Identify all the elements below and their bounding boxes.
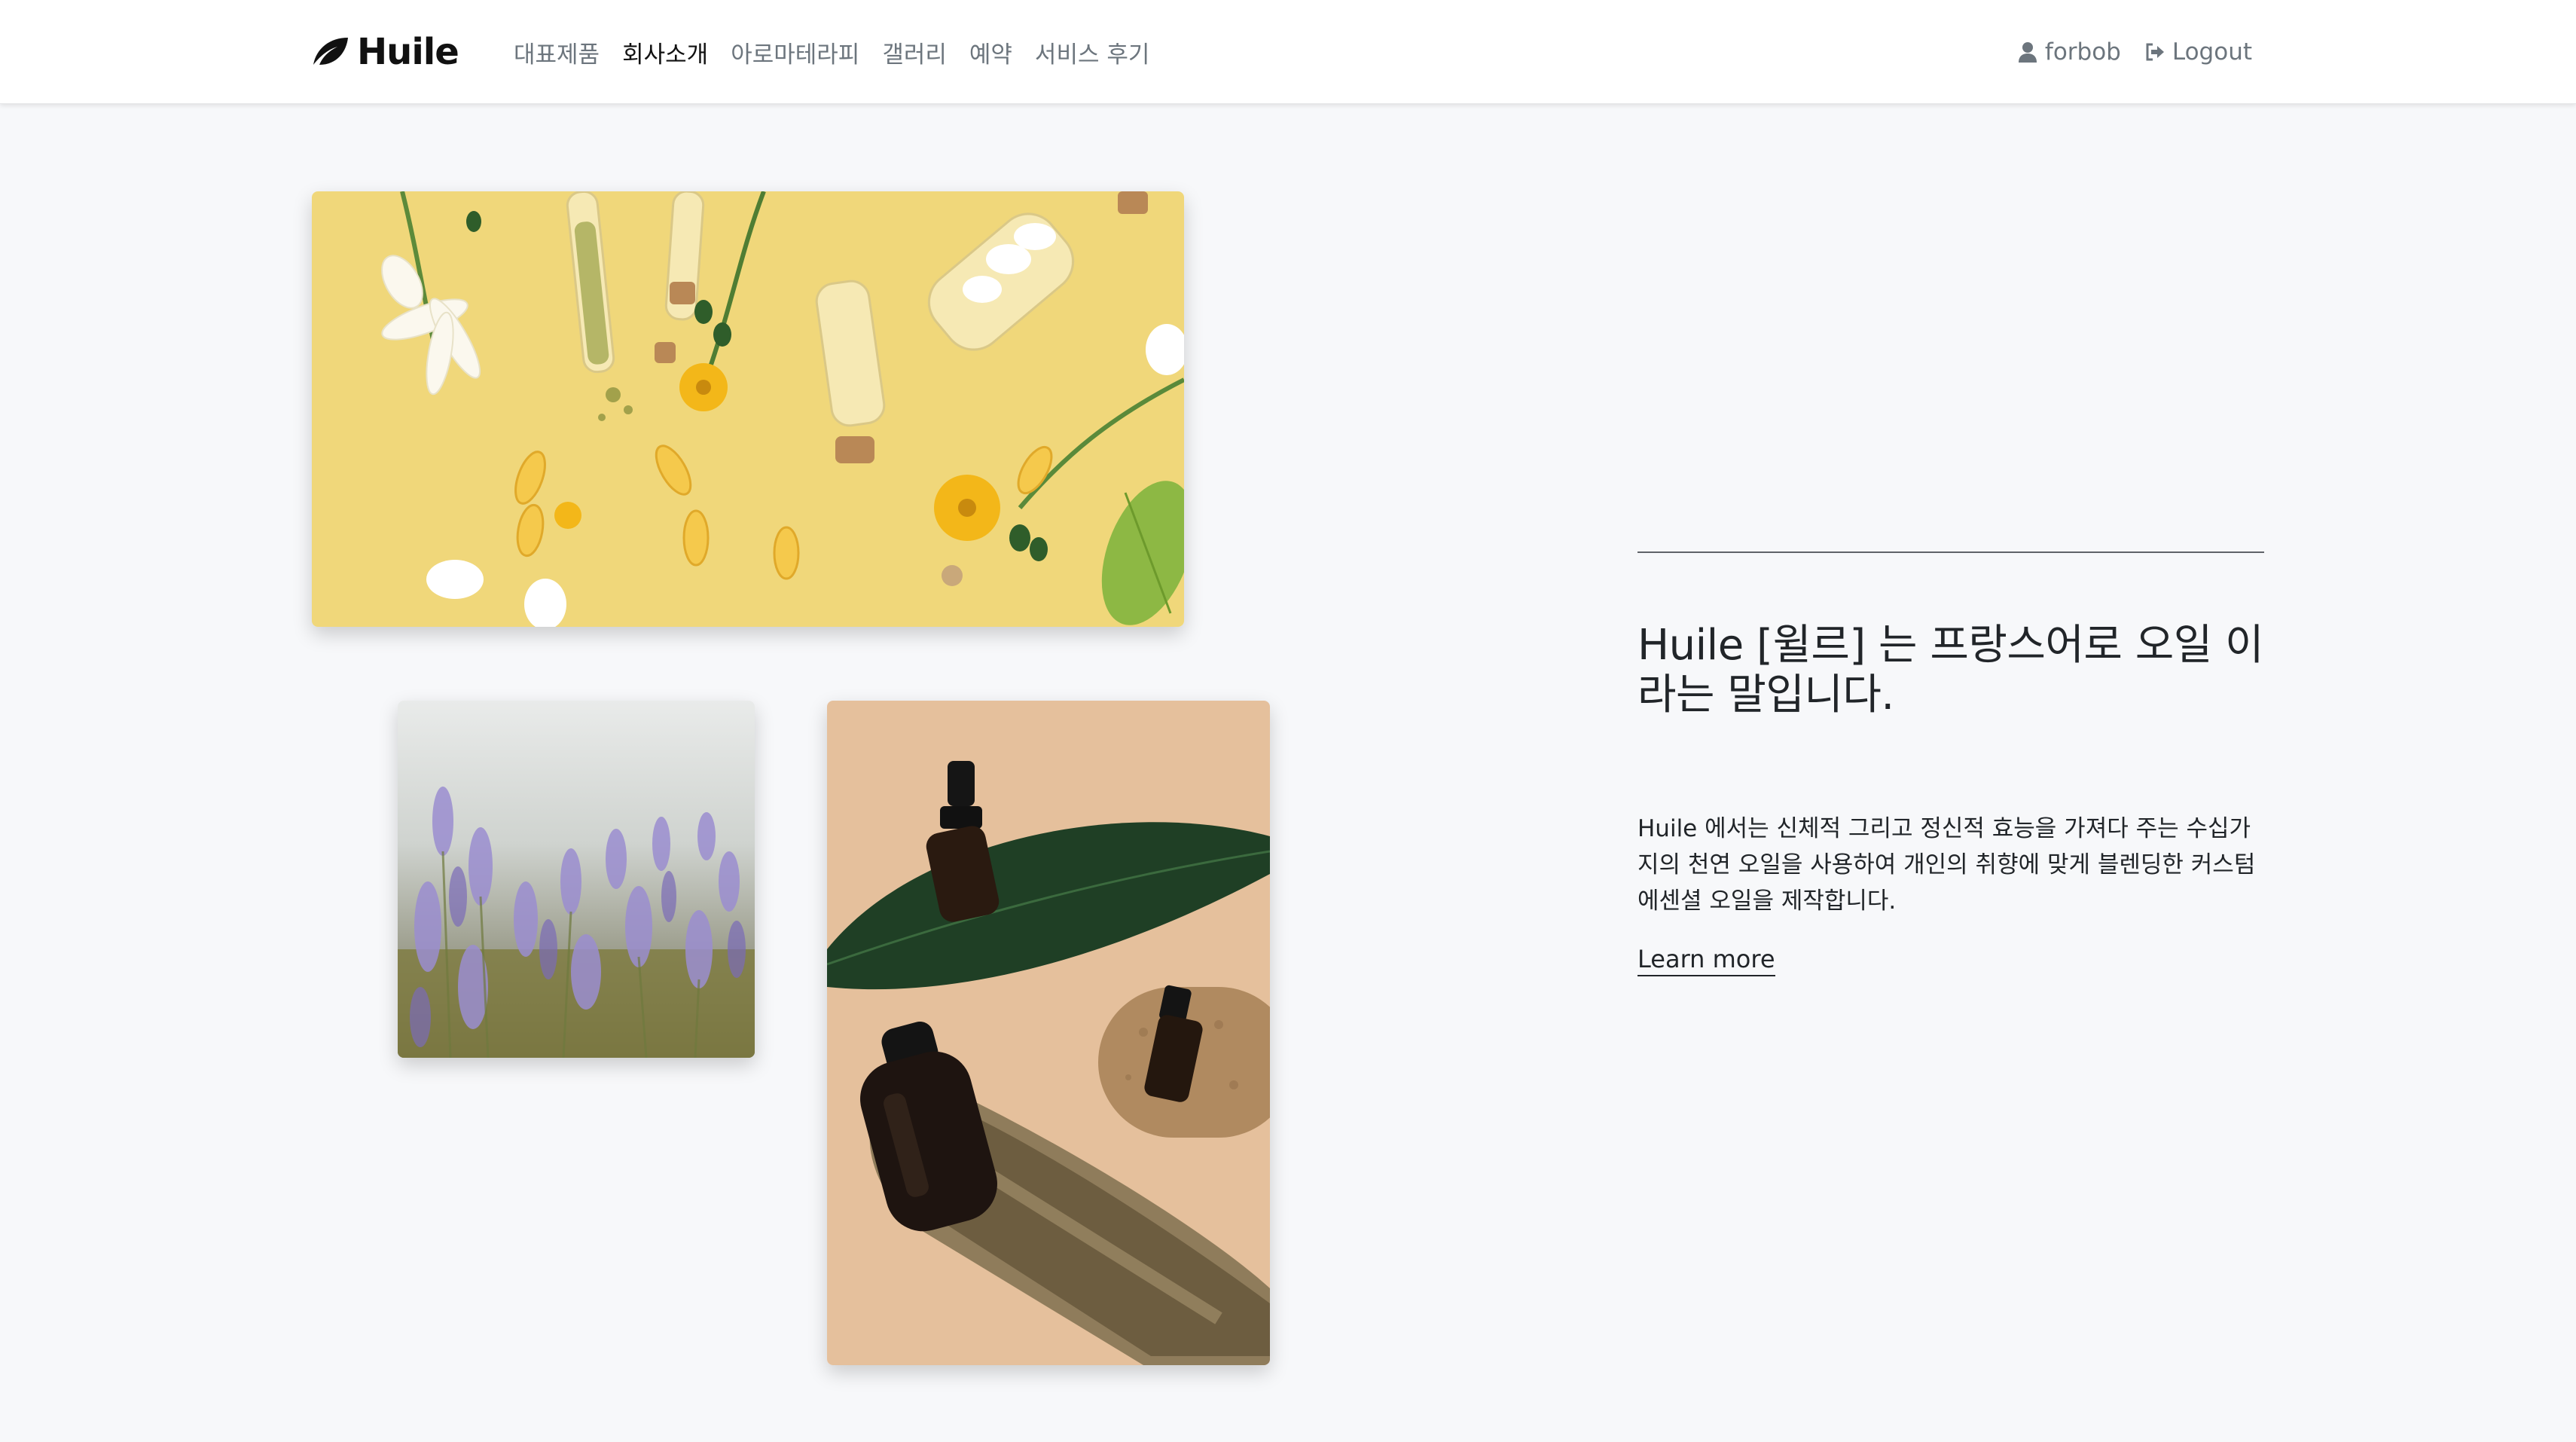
brand-logo[interactable]: Huile [310,29,459,75]
logout-label: Logout [2172,38,2252,66]
nav-item-aromatherapy[interactable]: 아로마테라피 [731,35,859,69]
nav-item-products[interactable]: 대표제품 [514,35,600,69]
navbar: Huile 대표제품 회사소개 아로마테라피 갤러리 예약 서비스 후기 for… [0,0,2576,104]
main-nav: 대표제품 회사소개 아로마테라피 갤러리 예약 서비스 후기 [514,33,1149,71]
nav-item-about[interactable]: 회사소개 [622,35,708,69]
learn-more-link[interactable]: Learn more [1637,945,1775,976]
lavender-field-photo [398,701,755,1058]
username-label: forbob [2044,38,2121,66]
about-description: Huile 에서는 신체적 그리고 정신적 효능을 가져다 주는 수십가지의 천… [1637,815,2256,915]
brand-name: Huile [357,31,459,73]
essential-oil-bottles-photo [827,701,1270,1365]
logout-icon [2146,43,2164,61]
leaf-icon [313,38,348,65]
nav-item-reservation[interactable]: 예약 [969,35,1012,69]
nav-item-gallery[interactable]: 갤러리 [882,35,947,69]
user-profile-link[interactable]: forbob [2016,38,2121,66]
herbs-and-vials-photo [312,191,1184,627]
user-nav: forbob Logout [2016,33,2252,71]
user-icon [2018,42,2037,63]
about-headline: Huile [윌르] 는 프랑스어로 오일 이라는 말입니다. [1637,621,2264,719]
section-divider [1637,551,2264,553]
nav-item-reviews[interactable]: 서비스 후기 [1035,35,1149,69]
logout-button[interactable]: Logout [2144,38,2252,66]
